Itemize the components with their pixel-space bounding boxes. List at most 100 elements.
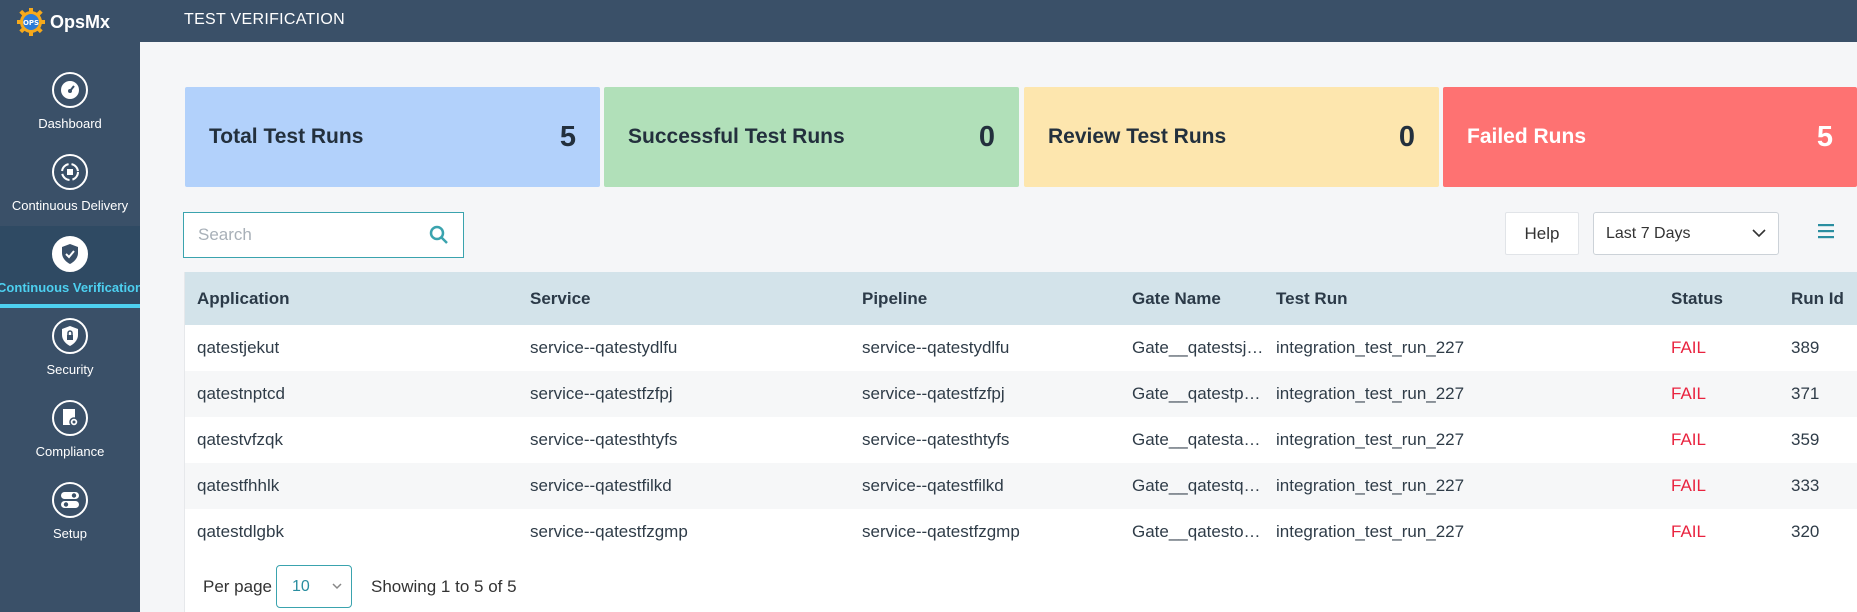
- lock-shield-icon: [52, 318, 88, 354]
- cell-gate-name: Gate__qatestau…: [1132, 430, 1268, 449]
- search-input[interactable]: [198, 225, 429, 245]
- card-label: Successful Test Runs: [628, 125, 845, 148]
- sidebar-item-label: Dashboard: [38, 116, 102, 131]
- column-header[interactable]: Service: [530, 289, 591, 309]
- cell-gate-name: Gate__qatestp…: [1132, 384, 1261, 403]
- cell-status: FAIL: [1671, 338, 1706, 357]
- sidebar-item-compliance[interactable]: Compliance: [0, 390, 140, 472]
- cell-service: service--qatestfilkd: [530, 476, 672, 495]
- toggle-icon: [52, 482, 88, 518]
- card-label: Review Test Runs: [1048, 125, 1227, 148]
- sidebar-item-label: Security: [46, 362, 94, 377]
- cell-service: service--qatestydlfu: [530, 338, 678, 357]
- sidebar-item-security[interactable]: Security: [0, 308, 140, 390]
- cell-run-id: 320: [1791, 522, 1820, 541]
- opsmx-logo[interactable]: OPS OpsMx: [16, 7, 110, 37]
- top-bar: TEST VERIFICATION: [140, 0, 1857, 42]
- cell-run-id: 333: [1791, 476, 1820, 495]
- svg-text:OPS: OPS: [23, 19, 39, 27]
- column-header[interactable]: Gate Name: [1132, 289, 1221, 309]
- per-page-select[interactable]: 10: [276, 565, 352, 608]
- cell-application: qatestfhhlk: [197, 476, 280, 495]
- cell-pipeline: service--qatestfilkd: [862, 476, 1004, 495]
- cell-gate-name: Gate__qatestob…: [1132, 522, 1268, 541]
- sidebar-item-continuous-verification[interactable]: Continuous Verification: [0, 226, 143, 308]
- failed-runs-card[interactable]: Failed Runs 5: [1443, 87, 1857, 187]
- cycle-icon: [52, 154, 88, 190]
- chevron-down-icon: [332, 583, 342, 590]
- cell-status: FAIL: [1671, 384, 1706, 403]
- cell-service: service--qatesthtyfs: [530, 430, 678, 449]
- card-value: 5: [559, 120, 576, 153]
- sidebar-item-label: Compliance: [35, 444, 105, 459]
- cell-application: qatestdlgbk: [197, 522, 284, 541]
- search-box: [183, 212, 464, 258]
- page-title: TEST VERIFICATION: [184, 11, 345, 28]
- menu-icon[interactable]: [1816, 221, 1836, 241]
- sidebar: OPS OpsMx Dashboard Continuous Delivery …: [0, 0, 143, 612]
- cell-pipeline: service--qatestydlfu: [862, 338, 1010, 357]
- cell-status: FAIL: [1671, 476, 1706, 495]
- shield-check-icon: [52, 236, 88, 272]
- cell-test-run: integration_test_run_227: [1276, 338, 1465, 357]
- per-page-label: Per page: [203, 577, 272, 596]
- sidebar-item-continuous-delivery[interactable]: Continuous Delivery: [0, 144, 140, 226]
- cell-gate-name: Gate__qatestsjstn: [1132, 338, 1268, 357]
- cell-test-run: integration_test_run_227: [1276, 476, 1465, 495]
- card-value: 0: [1398, 120, 1415, 153]
- help-button[interactable]: Help: [1505, 212, 1579, 255]
- cell-service: service--qatestfzgmp: [530, 522, 688, 541]
- chevron-down-icon: [1752, 229, 1766, 238]
- date-range-select[interactable]: Last 7 Days: [1593, 212, 1779, 255]
- card-label: Failed Runs: [1467, 125, 1587, 148]
- search-icon[interactable]: [429, 225, 449, 245]
- table-row[interactable]: qatestfhhlk service--qatestfilkd service…: [185, 463, 1857, 509]
- document-gear-icon: [52, 400, 88, 436]
- table-row[interactable]: qatestvfzqk service--qatesthtyfs service…: [185, 417, 1857, 463]
- cell-run-id: 371: [1791, 384, 1820, 403]
- table-row[interactable]: qatestdlgbk service--qatestfzgmp service…: [185, 509, 1857, 555]
- pagination: Per page 10 Showing 1 to 5 of 5: [185, 565, 785, 609]
- cell-service: service--qatestfzfpj: [530, 384, 673, 403]
- total-test-runs-card[interactable]: Total Test Runs 5: [185, 87, 600, 187]
- brand-name: OpsMx: [50, 11, 111, 32]
- card-value: 5: [1816, 120, 1833, 153]
- column-header[interactable]: Status: [1671, 289, 1723, 309]
- cell-test-run: integration_test_run_227: [1276, 430, 1465, 449]
- sidebar-item-label: Continuous Delivery: [11, 198, 129, 213]
- per-page-value: 10: [292, 577, 310, 595]
- sidebar-item-dashboard[interactable]: Dashboard: [0, 62, 140, 144]
- cell-application: qatestnptcd: [197, 384, 285, 403]
- column-header[interactable]: Test Run: [1276, 289, 1347, 309]
- cell-application: qatestvfzqk: [197, 430, 283, 449]
- date-range-value: Last 7 Days: [1606, 224, 1691, 242]
- cell-status: FAIL: [1671, 522, 1706, 541]
- card-label: Total Test Runs: [209, 125, 364, 148]
- sidebar-item-label: Continuous Verification: [0, 280, 143, 295]
- cell-application: qatestjekut: [197, 338, 280, 357]
- cell-status: FAIL: [1671, 430, 1706, 449]
- cell-pipeline: service--qatestfzgmp: [862, 522, 1020, 541]
- cell-run-id: 359: [1791, 430, 1820, 449]
- cell-test-run: integration_test_run_227: [1276, 522, 1465, 541]
- card-value: 0: [978, 120, 995, 153]
- table-row[interactable]: qatestjekut service--qatestydlfu service…: [185, 325, 1857, 371]
- table-header: Application Service Pipeline Gate Name T…: [185, 272, 1857, 325]
- gear-logo-icon: OPS: [17, 8, 45, 36]
- column-header[interactable]: Application: [197, 289, 290, 309]
- table-row[interactable]: qatestnptcd service--qatestfzfpj service…: [185, 371, 1857, 417]
- sidebar-item-label: Setup: [53, 526, 87, 541]
- test-runs-table: Application Service Pipeline Gate Name T…: [184, 272, 1857, 612]
- showing-count: Showing 1 to 5 of 5: [371, 577, 517, 596]
- review-test-runs-card[interactable]: Review Test Runs 0: [1024, 87, 1439, 187]
- column-header[interactable]: Run Id: [1791, 289, 1844, 309]
- cell-gate-name: Gate__qatestq…: [1132, 476, 1261, 495]
- successful-test-runs-card[interactable]: Successful Test Runs 0: [604, 87, 1019, 187]
- cell-pipeline: service--qatesthtyfs: [862, 430, 1010, 449]
- cell-run-id: 389: [1791, 338, 1820, 357]
- column-header[interactable]: Pipeline: [862, 289, 927, 309]
- gauge-icon: [52, 72, 88, 108]
- sidebar-item-setup[interactable]: Setup: [0, 472, 140, 554]
- cell-pipeline: service--qatestfzfpj: [862, 384, 1005, 403]
- cell-test-run: integration_test_run_227: [1276, 384, 1465, 403]
